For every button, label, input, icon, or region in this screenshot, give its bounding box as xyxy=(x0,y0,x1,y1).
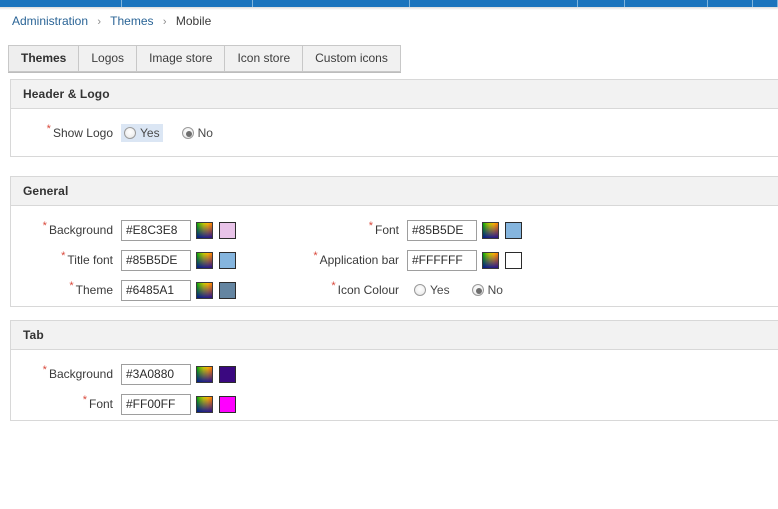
color-gradient-icon[interactable] xyxy=(196,281,213,299)
top-navigation-bar[interactable] xyxy=(0,0,778,7)
radio-circle-icon xyxy=(124,127,136,139)
label-general-background: * Background xyxy=(11,220,121,238)
input-tab-background[interactable] xyxy=(121,363,191,385)
required-asterisk: * xyxy=(368,220,373,232)
radio-label-no: No xyxy=(197,126,213,140)
section-title-general: General xyxy=(11,177,778,206)
required-asterisk: * xyxy=(42,220,47,232)
label-general-font-text: Font xyxy=(374,223,399,237)
label-show-logo: * Show Logo xyxy=(11,123,121,141)
color-gradient-icon[interactable] xyxy=(196,221,213,239)
required-asterisk: * xyxy=(42,364,47,376)
top-nav-segment[interactable] xyxy=(0,0,122,7)
required-asterisk: * xyxy=(61,250,66,262)
color-gradient-icon[interactable] xyxy=(196,365,213,383)
radio-show-logo-no[interactable]: No xyxy=(179,124,216,142)
label-tab-background: * Background xyxy=(11,364,121,382)
radio-group-show-logo: Yes No xyxy=(121,124,216,142)
required-asterisk: * xyxy=(313,250,318,262)
label-general-title-font-text: Title font xyxy=(67,253,113,267)
label-general-theme-text: Theme xyxy=(75,283,113,297)
top-nav-segment[interactable] xyxy=(625,0,708,7)
radio-circle-icon xyxy=(414,284,426,296)
tab-logos[interactable]: Logos xyxy=(78,45,137,72)
label-general-application-bar: * Application bar xyxy=(282,250,407,268)
input-general-theme[interactable] xyxy=(121,279,191,301)
label-general-title-font: * Title font xyxy=(11,250,121,268)
required-asterisk: * xyxy=(46,123,51,135)
label-general-application-bar-text: Application bar xyxy=(319,253,399,267)
label-general-icon-colour-text: Icon Colour xyxy=(337,283,399,297)
required-asterisk: * xyxy=(69,280,74,292)
input-general-title-font[interactable] xyxy=(121,249,191,271)
top-nav-segment[interactable] xyxy=(410,0,579,7)
breadcrumb-item-themes[interactable]: Themes xyxy=(110,14,153,28)
input-tab-font[interactable] xyxy=(121,393,191,415)
breadcrumb-separator-icon: › xyxy=(97,16,102,28)
tab-themes[interactable]: Themes xyxy=(8,45,79,72)
top-nav-segment[interactable] xyxy=(753,0,778,7)
color-gradient-icon[interactable] xyxy=(482,251,499,269)
required-asterisk: * xyxy=(82,394,87,406)
color-swatch-general-background[interactable] xyxy=(219,221,236,239)
label-tab-font: * Font xyxy=(11,394,121,412)
radio-circle-icon xyxy=(471,284,484,296)
top-nav-segment[interactable] xyxy=(578,0,626,7)
section-tab: Tab *Background *Font xyxy=(10,320,778,421)
input-general-font[interactable] xyxy=(407,219,477,241)
section-title-tab: Tab xyxy=(11,321,778,350)
color-swatch-tab-background[interactable] xyxy=(219,365,236,383)
breadcrumb-item-mobile: Mobile xyxy=(175,14,212,28)
radio-group-icon-colour: Yes No xyxy=(411,281,506,299)
top-nav-segment[interactable] xyxy=(708,0,754,7)
radio-icon-colour-no[interactable]: No xyxy=(469,281,506,299)
tab-strip: Themes Logos Image store Icon store Cust… xyxy=(8,45,401,73)
label-show-logo-text: Show Logo xyxy=(52,126,113,140)
color-swatch-general-theme[interactable] xyxy=(219,281,236,299)
label-tab-font-text: Font xyxy=(88,397,113,411)
input-general-application-bar[interactable] xyxy=(407,249,477,271)
section-header-and-logo: Header & Logo * Show Logo Yes No xyxy=(10,79,778,157)
color-swatch-general-title-font[interactable] xyxy=(219,251,236,269)
color-swatch-general-font[interactable] xyxy=(505,221,522,239)
color-swatch-general-application-bar[interactable] xyxy=(505,251,522,269)
label-general-background-text: Background xyxy=(48,223,113,237)
top-nav-segment[interactable] xyxy=(253,0,410,7)
label-tab-background-text: Background xyxy=(48,367,113,381)
top-nav-shadow xyxy=(0,7,778,10)
radio-label-yes: Yes xyxy=(140,126,160,140)
section-general: General *Background *Font xyxy=(10,176,778,307)
radio-show-logo-yes[interactable]: Yes xyxy=(121,124,163,142)
breadcrumb-separator-icon: › xyxy=(162,16,167,28)
required-asterisk: * xyxy=(331,280,336,292)
label-general-icon-colour: * Icon Colour xyxy=(282,280,407,298)
top-nav-segment[interactable] xyxy=(122,0,254,7)
color-gradient-icon[interactable] xyxy=(196,251,213,269)
radio-label-yes: Yes xyxy=(430,283,450,297)
label-general-theme: * Theme xyxy=(11,280,121,298)
color-gradient-icon[interactable] xyxy=(482,221,499,239)
tab-image-store[interactable]: Image store xyxy=(136,45,225,72)
tab-custom-icons[interactable]: Custom icons xyxy=(302,45,401,72)
section-title-header-and-logo: Header & Logo xyxy=(11,80,778,109)
radio-label-no: No xyxy=(487,283,503,297)
input-general-background[interactable] xyxy=(121,219,191,241)
color-swatch-tab-font[interactable] xyxy=(219,395,236,413)
breadcrumb-item-administration[interactable]: Administration xyxy=(12,14,88,28)
radio-icon-colour-yes[interactable]: Yes xyxy=(411,281,453,299)
color-gradient-icon[interactable] xyxy=(196,395,213,413)
label-general-font: * Font xyxy=(282,220,407,238)
tab-icon-store[interactable]: Icon store xyxy=(224,45,303,72)
radio-circle-icon xyxy=(181,127,194,139)
breadcrumb: Administration › Themes › Mobile xyxy=(12,14,211,28)
